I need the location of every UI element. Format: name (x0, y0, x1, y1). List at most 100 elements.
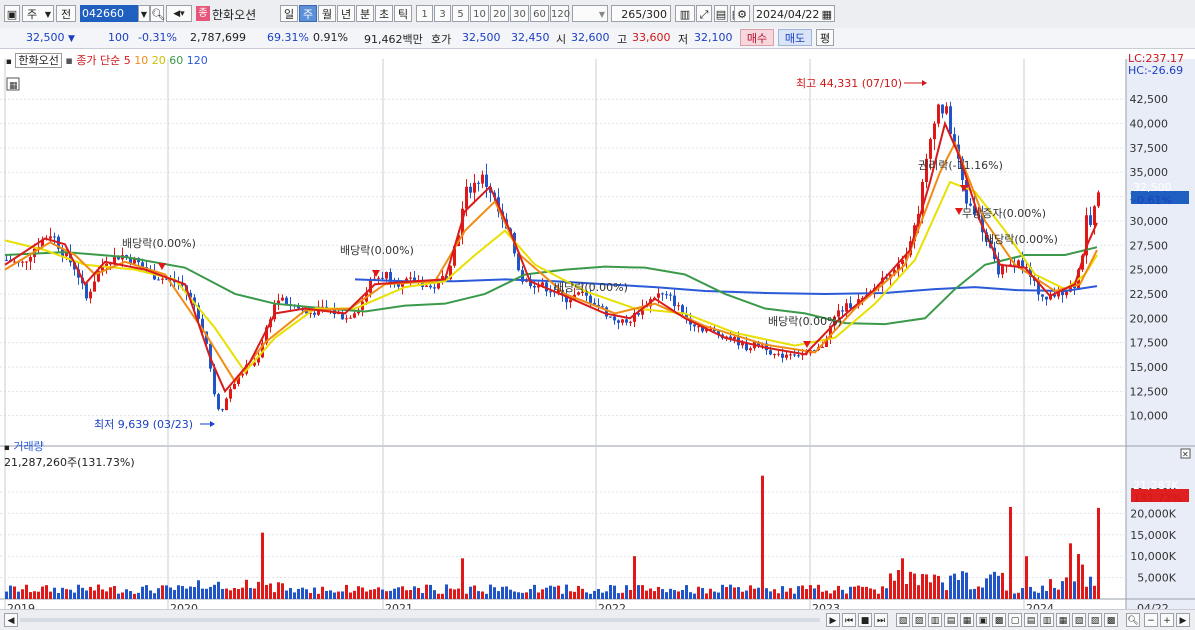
scroll-left-icon[interactable]: ◀ (4, 613, 18, 627)
quote-info-bar: 32,500 ▼ 100 -0.31% 2,787,699 69.31% 0.9… (0, 28, 1195, 49)
volume-bar (749, 585, 752, 599)
interval-button-30[interactable]: 30 (510, 5, 529, 22)
candle-body (433, 287, 436, 289)
volume-bar (973, 588, 976, 599)
candle-body (609, 316, 612, 318)
legend-stock-name[interactable]: 한화오선 (15, 53, 62, 68)
tool4-icon[interactable]: ▤ (944, 613, 958, 627)
stock-chart[interactable]: 10,000 12,500 15,000 17,500 20,000 22,500 25,0… (0, 49, 1195, 629)
rewind-icon[interactable]: ⏮ (842, 613, 856, 627)
volume-bar (265, 584, 268, 599)
ask-label: 호가 (431, 33, 452, 46)
price-tick-label: 25,000 (1130, 264, 1169, 277)
tool6-icon[interactable]: ▣ (976, 613, 990, 627)
tool5-icon[interactable]: ▦ (960, 613, 974, 627)
volume-bar (901, 558, 904, 599)
period-tab-4[interactable]: 분 (356, 5, 374, 22)
volume-bar (193, 587, 196, 599)
volume-bar (373, 589, 376, 599)
volume-bar (817, 584, 820, 599)
volume-bar (777, 593, 780, 599)
period-tab-3[interactable]: 년 (337, 5, 355, 22)
tool10-icon[interactable]: ▥ (1040, 613, 1054, 627)
volume-bar (449, 588, 452, 599)
candle-body (549, 291, 552, 293)
interval-button-20[interactable]: 20 (490, 5, 509, 22)
tool1-icon[interactable]: ▧ (896, 613, 910, 627)
forward-icon[interactable]: ⏭ (874, 613, 888, 627)
tool8-icon[interactable]: ▢ (1008, 613, 1022, 627)
count-input[interactable]: 265/300 (611, 5, 671, 22)
period-tab-1[interactable]: 주 (299, 5, 317, 22)
tool3-icon[interactable]: ▥ (928, 613, 942, 627)
volume-bar (245, 579, 248, 599)
period-tab-6[interactable]: 틱 (394, 5, 412, 22)
zoom-out-icon[interactable]: − (1144, 613, 1158, 627)
interval-button-120[interactable]: 120 (550, 5, 570, 22)
sell-button[interactable]: 매도 (778, 29, 812, 46)
volume-bar (189, 586, 192, 599)
legend-bullet-icon: ◾ (6, 57, 12, 66)
interval-button-10[interactable]: 10 (470, 5, 489, 22)
avg-button[interactable]: 평 (816, 29, 834, 46)
prev-button[interactable]: 전 (56, 5, 76, 22)
dividend-annotation: 배당락(0.00%) (768, 315, 842, 328)
interval-button-5[interactable]: 5 (452, 5, 469, 22)
legend-ma120: 120 (186, 54, 208, 67)
volume-bar (29, 592, 32, 599)
zoom-in-icon[interactable]: + (1160, 613, 1174, 627)
tool13-icon[interactable]: ▨ (1088, 613, 1102, 627)
candle-body (221, 409, 224, 411)
volume-bar (681, 590, 684, 599)
tool12-icon[interactable]: ▧ (1072, 613, 1086, 627)
volume-bar (129, 591, 132, 599)
volume-bar (669, 588, 672, 599)
period-select[interactable]: 주 ▼ (22, 5, 54, 22)
scroll-right-end-icon[interactable]: ▶ (1176, 613, 1190, 627)
candle-type-icon[interactable]: ▥ (675, 5, 695, 22)
volume-bar (497, 591, 500, 599)
period-tab-2[interactable]: 월 (318, 5, 336, 22)
chart-layout-icon[interactable]: ▣ (4, 5, 20, 22)
volume-bar (509, 589, 512, 599)
speaker-icon[interactable]: ◀▾ (166, 5, 192, 22)
scroll-track[interactable] (20, 618, 820, 622)
volume-bar (473, 585, 476, 599)
save-icon[interactable]: ▤ (714, 5, 728, 22)
tool14-icon[interactable]: ▩ (1104, 613, 1118, 627)
interval-button-1[interactable]: 1 (416, 5, 433, 22)
period-tab-0[interactable]: 일 (280, 5, 298, 22)
gear-icon[interactable]: ⚙ (734, 5, 750, 22)
date-value: 2024/04/22 (756, 8, 820, 21)
volume-ratio: 69.31% (267, 31, 309, 44)
candle-body (781, 353, 784, 358)
volume-bar (557, 585, 560, 599)
tool7-icon[interactable]: ▩ (992, 613, 1006, 627)
search-icon[interactable]: 🔍︎ (150, 5, 165, 22)
buy-button[interactable]: 매수 (740, 29, 774, 46)
tool2-icon[interactable]: ▨ (912, 613, 926, 627)
scroll-right-icon[interactable]: ▶ (826, 613, 840, 627)
candle-body (945, 106, 948, 114)
volume-bar (389, 590, 392, 599)
volume-bar (453, 589, 456, 599)
date-input[interactable]: 2024/04/22 ▦ (753, 5, 835, 22)
code-dropdown-icon[interactable]: ▼ (138, 5, 150, 22)
stop-icon[interactable]: ■ (858, 613, 872, 627)
volume-bar (1041, 585, 1044, 599)
zoom-icon[interactable]: 🔍︎ (1126, 613, 1140, 627)
interval-button-60[interactable]: 60 (530, 5, 549, 22)
volume-bar (1009, 506, 1012, 599)
volume-bar (17, 591, 20, 599)
volume-bar (1013, 593, 1016, 599)
volume-bar (185, 588, 188, 599)
stock-code-input[interactable]: 042660 (80, 5, 138, 22)
period-tab-5[interactable]: 초 (375, 5, 393, 22)
period-extra-select[interactable]: ▼ (572, 5, 608, 22)
volume-bar (865, 586, 868, 599)
tool-icon[interactable]: ⤢ (696, 5, 712, 22)
tool11-icon[interactable]: ▦ (1056, 613, 1070, 627)
interval-button-3[interactable]: 3 (434, 5, 451, 22)
tool9-icon[interactable]: ▤ (1024, 613, 1038, 627)
calendar-icon[interactable]: ▦ (822, 6, 832, 23)
